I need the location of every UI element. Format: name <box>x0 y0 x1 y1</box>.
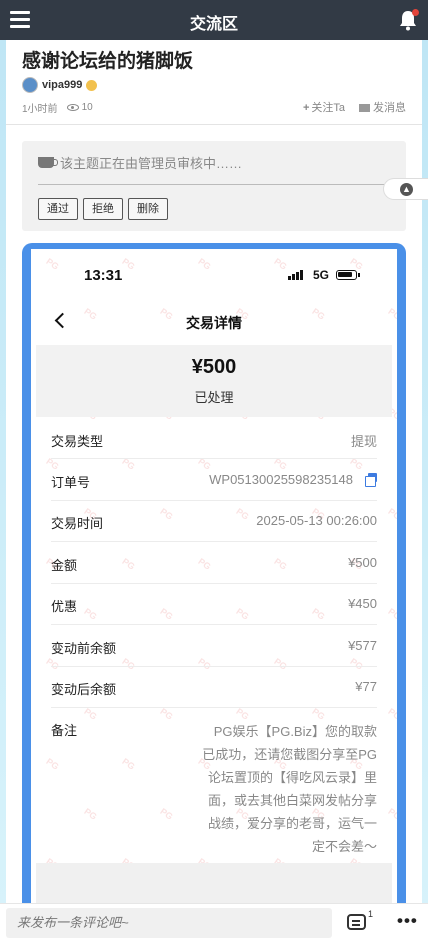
detail-row: 订单号 WP05130025598235148 <box>51 472 377 491</box>
follow-label: 关注Ta <box>311 102 345 114</box>
detail-row: 金额 ¥500 <box>51 555 377 574</box>
row-label: 备注 <box>51 723 78 738</box>
status: 已处理 <box>194 390 234 405</box>
notification-dot <box>412 9 419 16</box>
watermark: PG <box>386 706 397 722</box>
row-label: 金额 <box>51 558 78 573</box>
review-box: 该主题正在由管理员审核中…… 通过 拒绝 删除 <box>22 141 406 231</box>
watermark: PG <box>386 506 397 522</box>
row-value: 2025-05-13 00:26:00 <box>256 513 377 528</box>
avatar[interactable] <box>22 77 38 93</box>
post-time: 1小时前 <box>22 104 58 115</box>
detail-row: 变动后余额 ¥77 <box>51 679 377 698</box>
row-value: ¥577 <box>348 638 377 653</box>
status-time: 13:31 <box>84 267 123 284</box>
watermark: PG <box>386 606 397 622</box>
comment-icon[interactable] <box>347 914 366 930</box>
row-divider <box>51 458 377 459</box>
view-count: 10 <box>81 102 93 113</box>
scroll-top-button[interactable]: ▲ <box>383 178 428 200</box>
review-notice-text: 该主题正在由管理员审核中…… <box>60 156 243 171</box>
row-label: 订单号 <box>51 475 91 490</box>
amount: ¥500 <box>191 356 237 378</box>
page-title: 交流区 <box>189 16 238 33</box>
watermark: PG <box>196 656 213 672</box>
review-buttons: 通过 拒绝 删除 <box>38 198 168 220</box>
row-label: 变动前余额 <box>51 641 117 656</box>
divider <box>6 124 422 125</box>
post-title: 感谢论坛给的猪脚饭 <box>22 51 194 72</box>
row-value: ¥450 <box>348 596 377 611</box>
row-divider <box>51 541 377 542</box>
amount-box: ¥500 已处理 <box>36 345 392 417</box>
remark-value: PG娱乐【PG.Biz】您的取款已成功，还请您截图分享至PG论坛置顶的【得吃风云… <box>202 724 377 854</box>
watermark: PG <box>272 656 289 672</box>
review-notice: 该主题正在由管理员审核中…… <box>38 153 242 172</box>
row-divider <box>51 624 377 625</box>
eye-icon <box>66 104 79 111</box>
bottom-bar: 来发布一条评论吧~ 1 ••• <box>0 903 428 941</box>
signal-icon <box>288 270 303 280</box>
watermark: PG <box>348 656 365 672</box>
attached-screenshot[interactable]: PG PG PG PG PG PG PG PG PG PG PG PG PG PG PG PG PG PG PG PG… <box>31 249 397 941</box>
comment-count: 1 <box>368 909 374 919</box>
row-label: 交易类型 <box>51 434 104 449</box>
watermark: PG <box>196 256 213 272</box>
detail-row: 优惠 ¥450 <box>51 596 377 615</box>
medal-icon <box>86 79 98 91</box>
plus-icon: + <box>302 102 310 114</box>
message-label: 发消息 <box>373 102 406 114</box>
detail-row: 变动前余额 ¥577 <box>51 638 377 657</box>
nav-title: 交易详情 <box>186 315 242 331</box>
watermark: PG <box>44 656 61 672</box>
detail-row: 交易类型 提现 <box>51 431 377 450</box>
envelope-icon <box>359 104 370 112</box>
row-divider <box>51 500 377 501</box>
delete-button[interactable]: 删除 <box>128 198 168 220</box>
detail-row: 交易时间 2025-05-13 00:26:00 <box>51 513 377 532</box>
top-bar: 交流区 <box>0 0 428 40</box>
detail-row: 备注 PG娱乐【PG.Biz】您的取款已成功，还请您截图分享至PG论坛置顶的【得… <box>51 720 377 860</box>
message-button[interactable]: 发消息 <box>359 99 406 115</box>
row-value: WP05130025598235148 <box>209 472 353 487</box>
comment-input[interactable]: 来发布一条评论吧~ <box>6 908 332 938</box>
row-value: ¥77 <box>355 679 377 694</box>
bell-icon[interactable] <box>398 9 419 31</box>
post-actions: + 关注Ta 发消息 <box>303 99 406 115</box>
network-label: 5G <box>313 268 330 282</box>
approve-button[interactable]: 通过 <box>38 198 78 220</box>
watermark: PG <box>44 256 61 272</box>
row-value: 提现 <box>350 434 377 449</box>
row-divider <box>51 707 377 708</box>
row-divider <box>51 583 377 584</box>
author-line[interactable]: vipa999 <box>22 77 98 93</box>
coffee-cup-icon <box>38 157 58 168</box>
right-edge <box>422 40 428 941</box>
post-meta: 1小时前 10 <box>22 100 93 115</box>
arrow-up-circle-icon: ▲ <box>400 183 413 196</box>
watermark: PG <box>120 656 137 672</box>
left-edge <box>0 40 6 941</box>
watermark: PG <box>272 256 289 272</box>
reject-button[interactable]: 拒绝 <box>83 198 123 220</box>
follow-button[interactable]: + 关注Ta <box>303 99 345 115</box>
copy-icon <box>365 473 377 487</box>
watermark: PG <box>120 256 137 272</box>
row-label: 交易时间 <box>51 516 104 531</box>
watermark: PG <box>386 806 397 822</box>
row-label: 变动后余额 <box>51 682 117 697</box>
review-divider <box>38 184 384 185</box>
row-label: 优惠 <box>51 599 78 614</box>
author-name[interactable]: vipa999 <box>42 79 82 91</box>
more-icon[interactable]: ••• <box>397 911 418 931</box>
battery-icon <box>336 270 360 280</box>
row-divider <box>51 666 377 667</box>
row-value: ¥500 <box>348 555 377 570</box>
